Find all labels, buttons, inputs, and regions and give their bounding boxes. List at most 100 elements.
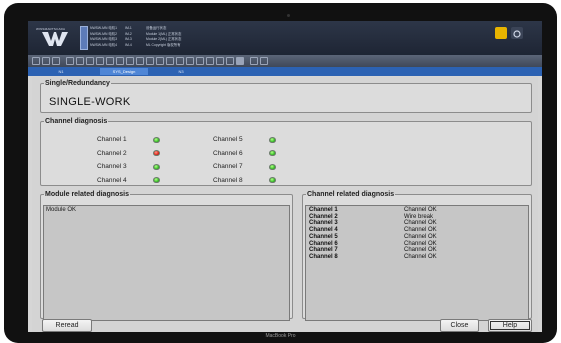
channel-label: Channel 2 bbox=[97, 149, 127, 157]
channel-name: Channel 7 bbox=[309, 247, 338, 254]
camera bbox=[287, 14, 290, 17]
channel-label: Channel 7 bbox=[213, 163, 243, 170]
channel-related-list: Channel 1 Channel OK Channel 2 Wire break Ch… bbox=[309, 207, 437, 261]
reread-button[interactable]: Reread bbox=[42, 319, 92, 332]
status-ok-led-icon bbox=[269, 177, 276, 183]
header-info-line: IM-1 bbox=[125, 26, 132, 30]
tool-icon[interactable] bbox=[76, 57, 84, 65]
status-ok-led-icon bbox=[269, 150, 276, 156]
header-info-line: IM-3 bbox=[125, 37, 132, 42]
channel-state: Channel OK bbox=[404, 220, 437, 227]
tool-icon[interactable] bbox=[216, 57, 224, 65]
app-logo: WINSMARTSCADA bbox=[36, 27, 76, 49]
tool-icon[interactable] bbox=[66, 57, 74, 65]
toolbar bbox=[28, 55, 542, 67]
redundancy-value: SINGLE-WORK bbox=[49, 96, 131, 108]
module-diagnosis-title: Module related diagnosis bbox=[45, 191, 130, 198]
channel-diagnosis-title: Channel diagnosis bbox=[45, 118, 108, 125]
channel-name: Channel 5 bbox=[309, 233, 338, 240]
channel-state: Channel OK bbox=[404, 227, 437, 234]
tool-icon[interactable] bbox=[156, 57, 164, 65]
status-ok-led-icon bbox=[269, 163, 276, 170]
channel-state: Channel OK bbox=[404, 253, 437, 260]
logo-mark-icon bbox=[42, 32, 68, 46]
save-icon[interactable] bbox=[42, 57, 50, 65]
diagnostic-window: Single/Redundancy SINGLE-WORK Channel di… bbox=[32, 77, 538, 332]
module-diagnosis-group: Module related diagnosis Module OK bbox=[40, 191, 293, 321]
status-ok-led-icon bbox=[153, 163, 160, 170]
header-info-line: NWSW-MN 电机4 bbox=[90, 42, 118, 47]
tool-icon[interactable] bbox=[186, 57, 194, 65]
channel-diagnosis-row: Channel 1 Channel OK bbox=[309, 207, 437, 214]
logo-text: WINSMARTSCADA bbox=[36, 27, 66, 31]
channel-related-box: Channel 1 Channel OK Channel 2 Wire break Ch… bbox=[305, 205, 529, 321]
channel-diagnosis-row: Channel 3 Channel OK bbox=[309, 220, 437, 227]
tool-icon[interactable] bbox=[96, 57, 104, 65]
close-button[interactable]: Close bbox=[440, 319, 479, 332]
tool-icon[interactable] bbox=[206, 57, 214, 65]
tool-icon[interactable] bbox=[250, 57, 258, 65]
tab-n1[interactable]: N1 bbox=[46, 68, 76, 75]
tab-n3[interactable]: N3 bbox=[166, 68, 196, 75]
tab-sys-design[interactable]: SYS_Design bbox=[100, 68, 148, 75]
channel-name: Channel 8 bbox=[309, 253, 338, 260]
tool-icon[interactable] bbox=[126, 57, 134, 65]
warning-icon[interactable] bbox=[52, 57, 60, 65]
channel-label: Channel 8 bbox=[213, 176, 243, 184]
channel-diagnosis-row: Channel 6 Channel OK bbox=[309, 241, 437, 248]
tool-icon[interactable] bbox=[260, 57, 268, 65]
tab-bar: N1 SYS_Design N3 bbox=[28, 67, 542, 76]
settings-icon[interactable] bbox=[511, 27, 523, 39]
channel-state: Channel OK bbox=[404, 240, 437, 247]
tool-icon[interactable] bbox=[106, 57, 114, 65]
channel-diagnosis-row: Channel 4 Channel OK bbox=[309, 227, 437, 234]
channel-diagnosis-row: Channel 2 Wire break bbox=[309, 214, 437, 221]
channel-diagnosis-row: Channel 5 Channel OK bbox=[309, 234, 437, 241]
module-diagnosis-box: Module OK bbox=[43, 205, 290, 321]
tool-icon[interactable] bbox=[226, 57, 234, 65]
tool-icon[interactable] bbox=[176, 57, 184, 65]
header-info-line: Module 2(ML) 正常状态 bbox=[146, 37, 182, 42]
tool-icon[interactable] bbox=[136, 57, 144, 65]
tool-icon[interactable] bbox=[146, 57, 154, 65]
device-label: MacBook Pro bbox=[265, 333, 296, 339]
status-ok-led-icon bbox=[269, 136, 276, 143]
header-info-line: NWSW-MN 电机3 bbox=[90, 37, 118, 42]
header-info-modules: IM-1 IM-2 IM-3 IM-4 bbox=[125, 26, 132, 48]
channel-diagnosis-group: Channel diagnosis Channel 1 Channel 2 Chan… bbox=[40, 118, 532, 186]
channel-label: Channel 1 bbox=[97, 136, 127, 143]
help-button[interactable]: Help bbox=[488, 319, 532, 332]
header-bar: WINSMARTSCADA NWSW-MN 电机1 NWSW-MN 电机2 NWSW… bbox=[28, 21, 542, 55]
channel-label: Channel 3 bbox=[97, 163, 127, 170]
active-tool-icon[interactable] bbox=[236, 57, 244, 65]
redundancy-group: Single/Redundancy SINGLE-WORK bbox=[40, 80, 532, 113]
tool-icon[interactable] bbox=[86, 57, 94, 65]
channel-name: Channel 1 bbox=[309, 207, 338, 213]
status-ok-led-icon bbox=[153, 136, 160, 143]
channel-related-title: Channel related diagnosis bbox=[307, 191, 395, 198]
channel-label: Channel 4 bbox=[97, 176, 127, 184]
module-diagnosis-text: Module OK bbox=[46, 207, 77, 213]
alarm-icon[interactable] bbox=[495, 27, 507, 39]
status-ok-led-icon bbox=[153, 177, 160, 183]
tool-icon[interactable] bbox=[116, 57, 124, 65]
tool-icon[interactable] bbox=[196, 57, 204, 65]
channel-name: Channel 4 bbox=[309, 227, 338, 234]
laptop-frame: WINSMARTSCADA NWSW-MN 电机1 NWSW-MN 电机2 NWSW… bbox=[4, 3, 557, 343]
redundancy-title: Single/Redundancy bbox=[45, 80, 110, 87]
device-icon bbox=[80, 26, 88, 50]
channel-state: Wire break bbox=[404, 213, 434, 220]
header-info-line: ML Copyright 版权所有 bbox=[146, 42, 181, 47]
header-info-line: NWSW-MN 电机1 bbox=[90, 26, 118, 30]
channel-name: Channel 2 bbox=[309, 213, 338, 220]
home-icon[interactable] bbox=[32, 57, 40, 65]
channel-name: Channel 6 bbox=[309, 240, 338, 247]
channel-state: Channel OK bbox=[404, 233, 437, 240]
tool-icon[interactable] bbox=[166, 57, 174, 65]
channel-label: Channel 5 bbox=[213, 136, 243, 143]
channel-state: Channel OK bbox=[404, 247, 437, 254]
channel-label: Channel 6 bbox=[213, 149, 243, 157]
channel-diagnosis-row: Channel 7 Channel OK bbox=[309, 247, 437, 254]
header-info-status: 设备运行状态 Module 1(ML) 正常状态 Module 2(ML) 正常状态… bbox=[146, 26, 181, 48]
channel-related-group: Channel related diagnosis Channel 1 Chann… bbox=[302, 191, 532, 321]
